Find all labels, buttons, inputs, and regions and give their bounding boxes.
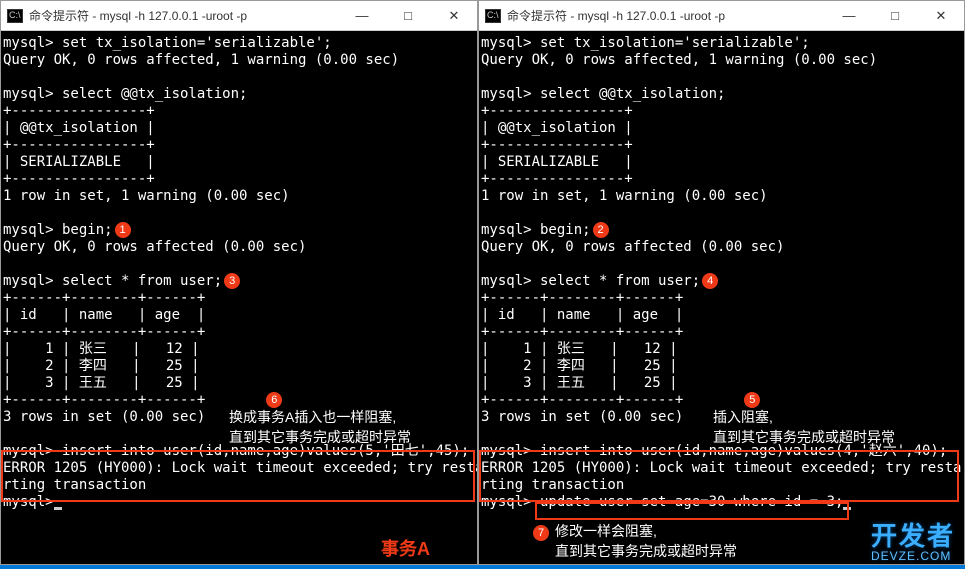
window-title-left: 命令提示符 - mysql -h 127.0.0.1 -uroot -p [29, 7, 339, 24]
step-5-badge: 5 [744, 392, 760, 408]
desktop: C:\ 命令提示符 - mysql -h 127.0.0.1 -uroot -p… [0, 0, 965, 569]
cmd-icon: C:\ [485, 9, 501, 23]
watermark: 开发者 DEVZE.COM [871, 516, 955, 563]
maximize-button[interactable]: □ [385, 1, 431, 30]
step-4-badge: 4 [702, 273, 718, 289]
terminal-left[interactable]: mysql> set tx_isolation='serializable'; … [1, 31, 477, 564]
step-6-badge: 6 [266, 392, 282, 408]
annotation-7: 修改一样会阻塞,直到其它事务完成或超时异常 [555, 521, 737, 561]
cursor-left [54, 507, 62, 510]
annotation-6: 换成事务A插入也一样阻塞,直到其它事务完成或超时异常 [229, 407, 411, 447]
cmd-icon: C:\ [7, 9, 23, 23]
window-controls-right: — □ ✕ [826, 1, 964, 30]
cmd-window-right: C:\ 命令提示符 - mysql -h 127.0.0.1 -uroot -p… [478, 0, 965, 565]
transaction-a-label: 事务A [381, 541, 430, 558]
step-3-badge: 3 [224, 273, 240, 289]
titlebar-right[interactable]: C:\ 命令提示符 - mysql -h 127.0.0.1 -uroot -p… [479, 1, 964, 31]
watermark-title: 开发者 [871, 521, 955, 551]
terminal-right[interactable]: mysql> set tx_isolation='serializable'; … [479, 31, 964, 564]
watermark-subtitle: DEVZE.COM [871, 549, 955, 563]
annotation-5: 插入阻塞,直到其它事务完成或超时异常 [713, 407, 895, 447]
close-button[interactable]: ✕ [431, 1, 477, 30]
close-button[interactable]: ✕ [918, 1, 964, 30]
titlebar-left[interactable]: C:\ 命令提示符 - mysql -h 127.0.0.1 -uroot -p… [1, 1, 477, 31]
cmd-window-left: C:\ 命令提示符 - mysql -h 127.0.0.1 -uroot -p… [0, 0, 478, 565]
window-title-right: 命令提示符 - mysql -h 127.0.0.1 -uroot -p [507, 7, 826, 24]
window-controls-left: — □ ✕ [339, 1, 477, 30]
step-7-badge: 7 [533, 525, 549, 541]
step-2-badge: 2 [593, 222, 609, 238]
cursor-right [843, 507, 851, 510]
step-1-badge: 1 [115, 222, 131, 238]
minimize-button[interactable]: — [826, 1, 872, 30]
maximize-button[interactable]: □ [872, 1, 918, 30]
minimize-button[interactable]: — [339, 1, 385, 30]
